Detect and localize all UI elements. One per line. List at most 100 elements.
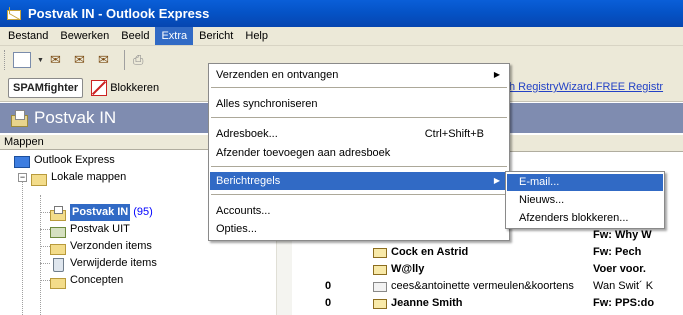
menu-bewerken[interactable]: Bewerken: [54, 27, 115, 45]
message-from: cees&antoinette vermeulen&koortens: [391, 280, 574, 292]
window-title: Postvak IN - Outlook Express: [28, 6, 210, 21]
local-folders-icon: [31, 171, 47, 186]
reply-icon[interactable]: ✉: [50, 52, 68, 68]
menu-separator: [211, 166, 507, 167]
print-icon[interactable]: ⎙: [133, 52, 151, 68]
title-bar: Postvak IN - Outlook Express: [0, 0, 683, 27]
sent-items-icon: [50, 240, 66, 255]
menu-item-send-receive[interactable]: Verzenden en ontvangen ▶: [210, 66, 508, 84]
menu-item-label: Berichtregels: [216, 175, 281, 187]
folder-deleted-items[interactable]: Verwijderde items: [50, 255, 157, 272]
menu-item-add-sender[interactable]: Afzender toevoegen aan adresboek: [210, 144, 508, 162]
menu-item-label: Alles synchroniseren: [216, 98, 318, 110]
menu-item-address-book[interactable]: Adresboek... Ctrl+Shift+B: [210, 125, 508, 143]
menu-beeld[interactable]: Beeld: [115, 27, 155, 45]
unread-envelope-icon: [373, 265, 387, 275]
tree-line: [40, 229, 50, 230]
drafts-icon: [50, 274, 66, 289]
outbox-icon: [50, 223, 66, 238]
message-row[interactable]: Cock en Astrid Fw: Pech: [293, 244, 683, 261]
menu-bericht[interactable]: Bericht: [193, 27, 239, 45]
dropdown-arrow-icon[interactable]: ▼: [37, 57, 44, 64]
message-subject: Fw: Why W: [593, 229, 652, 241]
forward-icon[interactable]: ✉: [98, 52, 116, 68]
menu-item-accounts[interactable]: Accounts...: [210, 202, 508, 220]
registry-wizard-link[interactable]: h RegistryWizard.FREE Registr: [509, 81, 663, 93]
message-subject: Wan Swit´ K: [593, 280, 654, 292]
menu-bar: Bestand Bewerken Beeld Extra Bericht Hel…: [0, 27, 683, 46]
tree-line: [22, 175, 23, 315]
menu-item-label: Afzender toevoegen aan adresboek: [216, 147, 391, 159]
block-label: Blokkeren: [110, 81, 160, 94]
submenu-item-email[interactable]: E-mail...: [507, 174, 663, 191]
spamfighter-label: SPAMfighter: [13, 81, 79, 94]
message-row[interactable]: 0 cees&antoinette vermeulen&koortens Wan…: [293, 278, 683, 295]
tree-line: [40, 195, 41, 315]
submenu-item-block-senders[interactable]: Afzenders blokkeren...: [507, 210, 663, 227]
menu-bestand[interactable]: Bestand: [2, 27, 54, 45]
folder-header-title: Postvak IN: [34, 108, 117, 127]
tree-line: [40, 212, 50, 213]
outlook-express-icon: [14, 154, 30, 168]
message-row[interactable]: W@lly Voer voor.: [293, 261, 683, 278]
message-row[interactable]: 0 Jeanne Smith Fw: PPS:do: [293, 295, 683, 312]
message-from: Jeanne Smith: [391, 297, 463, 309]
new-message-icon[interactable]: [13, 52, 31, 68]
folder-label: Outlook Express: [34, 154, 115, 166]
attachment-icon: 0: [325, 297, 332, 309]
outlook-express-icon: [6, 6, 22, 22]
menu-extra[interactable]: Extra: [155, 27, 194, 45]
menu-item-label: Verzenden en ontvangen: [216, 69, 339, 81]
folder-label: Verzonden items: [70, 240, 152, 252]
extra-menu: Verzenden en ontvangen ▶ Alles synchroni…: [208, 63, 510, 241]
unread-envelope-icon: [373, 299, 387, 309]
block-icon: [91, 79, 108, 96]
collapse-icon[interactable]: −: [18, 173, 27, 182]
folder-outlook-express[interactable]: Outlook Express: [14, 152, 115, 169]
folder-sent-items[interactable]: Verzonden items: [50, 238, 152, 255]
inbox-icon: [50, 205, 66, 221]
unread-envelope-icon: [373, 248, 387, 258]
submenu-arrow-icon: ▶: [493, 176, 500, 185]
message-subject: Voer voor.: [593, 263, 646, 275]
folder-local-folders[interactable]: − Lokale mappen: [18, 169, 126, 186]
inbox-icon: [10, 109, 28, 127]
read-envelope-icon: [373, 282, 387, 292]
message-subject: Fw: Pech: [593, 246, 642, 258]
menu-item-shortcut: Ctrl+Shift+B: [424, 128, 484, 140]
menu-separator: [211, 87, 507, 88]
menu-separator: [211, 194, 507, 195]
menu-item-label: Accounts...: [216, 205, 271, 217]
folder-label: Postvak IN: [70, 204, 131, 221]
attachment-icon: 0: [325, 280, 332, 292]
deleted-items-icon: [50, 257, 66, 272]
tree-line: [40, 263, 50, 264]
folder-outbox[interactable]: Postvak UIT: [50, 221, 130, 238]
message-from: Cock en Astrid: [391, 246, 469, 258]
message-from: W@lly: [391, 263, 425, 275]
folder-drafts[interactable]: Concepten: [50, 272, 123, 289]
folder-label: Concepten: [70, 274, 124, 286]
tree-line: [40, 280, 50, 281]
menu-item-message-rules[interactable]: Berichtregels ▶: [210, 172, 508, 190]
unread-count: (95): [133, 206, 153, 218]
toolbar-separator: [123, 50, 125, 70]
folder-scrollbar[interactable]: [276, 236, 292, 315]
reply-all-icon[interactable]: ✉: [74, 52, 92, 68]
menu-help[interactable]: Help: [239, 27, 274, 45]
menu-item-options[interactable]: Opties...: [210, 220, 508, 238]
menu-item-label: Adresboek...: [216, 128, 278, 140]
toolbar-grip[interactable]: [4, 50, 7, 70]
message-subject: Fw: PPS:do: [593, 297, 655, 309]
tree-line: [40, 246, 50, 247]
message-rules-submenu: E-mail... Nieuws... Afzenders blokkeren.…: [505, 171, 665, 229]
menu-separator: [211, 117, 507, 118]
submenu-item-news[interactable]: Nieuws...: [507, 192, 663, 209]
menu-item-sync-all[interactable]: Alles synchroniseren: [210, 95, 508, 113]
block-button[interactable]: Blokkeren: [87, 77, 163, 99]
folder-label: Postvak UIT: [70, 223, 130, 235]
folder-label: Verwijderde items: [70, 257, 157, 269]
folder-inbox[interactable]: Postvak IN (95): [50, 204, 153, 221]
menu-item-label: Opties...: [216, 223, 257, 235]
spamfighter-button[interactable]: SPAMfighter: [8, 77, 84, 98]
